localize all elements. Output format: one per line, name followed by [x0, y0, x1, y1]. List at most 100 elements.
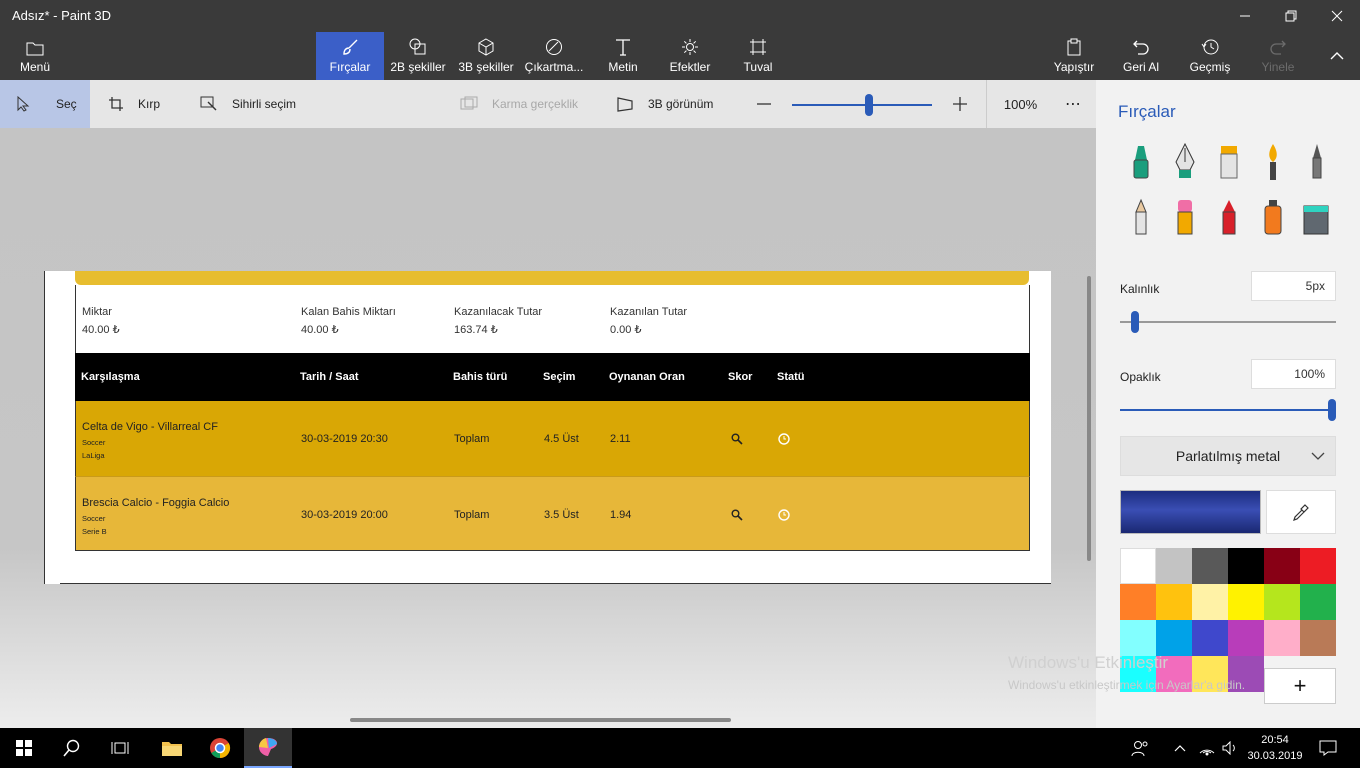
- color-swatch[interactable]: [1228, 548, 1264, 584]
- material-dropdown[interactable]: Parlatılmış metal: [1120, 436, 1336, 476]
- window-title: Adsız* - Paint 3D: [12, 8, 111, 23]
- canvas-document[interactable]: Miktar 40.00 ₺ Kalan Bahis Miktarı 40.00 ₺…: [44, 271, 1051, 584]
- color-swatch[interactable]: [1120, 548, 1156, 584]
- color-swatch[interactable]: [1192, 548, 1228, 584]
- pencil-icon[interactable]: [1126, 198, 1156, 238]
- eraser-icon[interactable]: [1170, 198, 1200, 238]
- fill-bucket-icon[interactable]: [1300, 198, 1330, 238]
- color-swatch[interactable]: [1300, 548, 1336, 584]
- current-color-swatch[interactable]: [1120, 490, 1261, 534]
- view-3d-button[interactable]: 3B görünüm: [616, 80, 713, 128]
- more-options-button[interactable]: ⋯: [1058, 80, 1088, 128]
- taskbar-clock[interactable]: 20:54 30.03.2019: [1240, 732, 1310, 764]
- redo-button[interactable]: Yinele: [1258, 32, 1298, 80]
- tab-3d-shapes-label: 3B şekiller: [458, 60, 514, 74]
- color-swatch[interactable]: [1264, 584, 1300, 620]
- tab-canvas[interactable]: Tuval: [740, 32, 776, 80]
- zoom-out-button[interactable]: [756, 80, 772, 128]
- color-swatch[interactable]: [1300, 584, 1336, 620]
- restore-button[interactable]: [1268, 0, 1314, 32]
- crop-button[interactable]: Kırp: [108, 80, 160, 128]
- notification-icon: [1319, 740, 1337, 756]
- add-color-button[interactable]: +: [1264, 668, 1336, 704]
- color-swatch[interactable]: [1228, 584, 1264, 620]
- opacity-slider[interactable]: [1120, 399, 1336, 421]
- color-swatch[interactable]: [1192, 620, 1228, 656]
- color-swatch[interactable]: [1300, 620, 1336, 656]
- history-button[interactable]: Geçmiş: [1188, 32, 1232, 80]
- vertical-scrollbar[interactable]: [1087, 276, 1091, 561]
- paint-3d-taskbar-button[interactable]: [244, 728, 292, 768]
- summary-value: 163.74 ₺: [454, 324, 498, 336]
- zoom-slider[interactable]: [792, 94, 932, 116]
- canvas-area[interactable]: Miktar 40.00 ₺ Kalan Bahis Miktarı 40.00 ₺…: [0, 128, 1096, 728]
- summary-label: Miktar: [82, 306, 112, 318]
- task-view-button[interactable]: [96, 728, 144, 768]
- collapse-ribbon-button[interactable]: [1314, 40, 1360, 72]
- color-swatch[interactable]: [1264, 548, 1300, 584]
- watercolor-icon[interactable]: [1258, 142, 1288, 182]
- sun-icon: [682, 39, 698, 55]
- color-swatch[interactable]: [1120, 620, 1156, 656]
- select-tool-button[interactable]: Seç: [0, 80, 90, 128]
- pixel-pen-icon[interactable]: [1302, 142, 1332, 182]
- paste-button[interactable]: Yapıştır: [1052, 32, 1096, 80]
- people-button[interactable]: [1120, 728, 1160, 768]
- opacity-input[interactable]: 100%: [1251, 359, 1336, 389]
- tab-stickers[interactable]: Çıkartma...: [524, 32, 584, 80]
- view-3d-label: 3B görünüm: [648, 97, 714, 111]
- color-swatch[interactable]: [1156, 584, 1192, 620]
- opacity-slider-thumb[interactable]: [1328, 399, 1336, 421]
- color-swatch[interactable]: [1156, 548, 1192, 584]
- search-button[interactable]: [48, 728, 96, 768]
- zoom-in-button[interactable]: [952, 80, 968, 128]
- tab-3d-shapes[interactable]: 3B şekiller: [456, 32, 516, 80]
- zoom-slider-thumb[interactable]: [865, 94, 873, 116]
- zoom-level[interactable]: 100%: [986, 80, 1054, 128]
- network-button[interactable]: [1194, 728, 1220, 768]
- thickness-slider-thumb[interactable]: [1130, 311, 1139, 333]
- match-date: 30-03-2019 20:00: [301, 509, 388, 521]
- mixed-reality-button[interactable]: Karma gerçeklik: [460, 80, 578, 128]
- bet-pick: 4.5 Üst: [544, 433, 579, 445]
- color-swatch[interactable]: [1264, 620, 1300, 656]
- bet-summary: Miktar 40.00 ₺ Kalan Bahis Miktarı 40.00 ₺…: [75, 285, 1030, 353]
- volume-button[interactable]: [1218, 728, 1242, 768]
- show-hidden-icons-button[interactable]: [1166, 728, 1194, 768]
- marker-icon[interactable]: [1126, 142, 1156, 182]
- tab-text[interactable]: Metin: [604, 32, 642, 80]
- thickness-slider[interactable]: [1120, 311, 1336, 333]
- file-explorer-button[interactable]: [148, 728, 196, 768]
- color-swatch[interactable]: [1228, 620, 1264, 656]
- magic-select-button[interactable]: Sihirli seçim: [200, 80, 296, 128]
- tab-effects[interactable]: Efektler: [668, 32, 712, 80]
- chrome-button[interactable]: [196, 728, 244, 768]
- shapes-2d-icon: [409, 38, 426, 55]
- calligraphy-pen-icon[interactable]: [1170, 142, 1200, 182]
- cube-icon: [478, 38, 494, 56]
- minimize-button[interactable]: [1222, 0, 1268, 32]
- spray-can-icon[interactable]: [1258, 198, 1288, 238]
- horizontal-scrollbar[interactable]: [350, 718, 731, 722]
- clock-date: 30.03.2019: [1247, 750, 1303, 762]
- chevron-up-icon: [1174, 745, 1186, 752]
- start-button[interactable]: [0, 728, 48, 768]
- table-row: Celta de Vigo - Villarreal CF Soccer LaLig…: [75, 401, 1030, 476]
- crayon-icon[interactable]: [1214, 198, 1244, 238]
- bet-odds: 2.11: [610, 433, 631, 445]
- search-icon: [731, 509, 743, 521]
- color-swatch[interactable]: [1192, 584, 1228, 620]
- summary-value: 40.00 ₺: [301, 324, 339, 336]
- close-button[interactable]: [1314, 0, 1360, 32]
- thickness-input[interactable]: 5px: [1251, 271, 1336, 301]
- menu-button[interactable]: Menü: [14, 32, 56, 80]
- eyedropper-button[interactable]: [1266, 490, 1336, 534]
- color-swatch[interactable]: [1120, 584, 1156, 620]
- undo-button[interactable]: Geri Al: [1121, 32, 1161, 80]
- action-center-button[interactable]: [1310, 728, 1346, 768]
- header-score: Skor: [728, 371, 753, 383]
- oil-brush-icon[interactable]: [1214, 142, 1244, 182]
- color-swatch[interactable]: [1156, 620, 1192, 656]
- tab-2d-shapes[interactable]: 2B şekiller: [389, 32, 447, 80]
- tab-brushes[interactable]: Fırçalar: [316, 32, 384, 80]
